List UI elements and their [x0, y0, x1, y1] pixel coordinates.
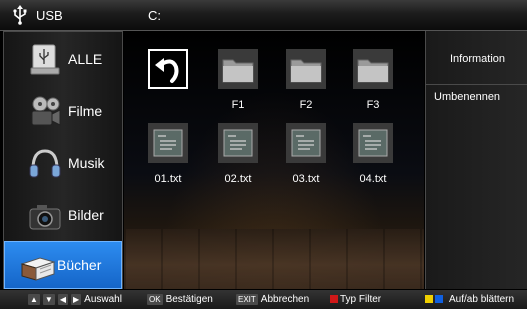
back-arrow-icon — [155, 58, 179, 83]
filter-hint: Typ Filter — [330, 294, 381, 305]
folder-f3[interactable] — [353, 49, 393, 89]
yellow-key-icon — [425, 295, 433, 303]
folder-name: F2 — [299, 99, 313, 111]
text-file-icon — [218, 123, 258, 163]
information-label: Information — [450, 53, 506, 65]
file-name: 01.txt — [154, 173, 182, 185]
sidebar-item-alle[interactable]: ALLE — [4, 36, 122, 84]
file-01-txt[interactable] — [148, 123, 188, 163]
cancel-hint-label: Abbrechen — [260, 294, 310, 305]
sidebar-item-label: Filme — [68, 103, 103, 119]
options-panel: Information Umbenennen — [425, 31, 527, 289]
confirm-hint-label: Bestätigen — [165, 294, 213, 305]
usb-drive-icon — [30, 44, 60, 75]
sidebar-item-label: ALLE — [68, 51, 103, 67]
file-04-txt[interactable] — [353, 123, 393, 163]
right-arrow-key-icon: ▶ — [71, 294, 82, 305]
sidebar-item-buecher[interactable]: Bücher — [4, 241, 122, 289]
sidebar-item-label: Bücher — [57, 257, 102, 273]
source-label: USB — [36, 8, 63, 23]
up-arrow-key-icon: ▲ — [28, 294, 40, 305]
sidebar-item-label: Bilder — [68, 207, 104, 223]
file-name: 02.txt — [224, 173, 252, 185]
sidebar-item-label: Musik — [68, 155, 105, 171]
down-arrow-key-icon: ▼ — [42, 294, 55, 305]
folder-icon — [286, 49, 326, 89]
media-browser-screen: USB C: ALLE Filme Musik Bilder Bücher F1… — [0, 0, 527, 309]
sidebar-item-filme[interactable]: Filme — [4, 88, 122, 136]
headphones-icon — [29, 149, 61, 178]
red-key-icon — [330, 295, 338, 303]
top-bar: USB C: — [0, 0, 527, 31]
text-file-icon — [148, 123, 188, 163]
information-button[interactable]: Information — [426, 31, 527, 85]
file-browser-area: F1 F2 F3 01.txt 02.txt 03.txt 04.txt — [124, 31, 424, 289]
current-path: C: — [148, 8, 161, 23]
left-arrow-key-icon: ◀ — [57, 294, 68, 305]
sidebar-item-bilder[interactable]: Bilder — [4, 192, 122, 240]
help-bar: ▲ ▼ ◀ ▶ Auswahl OK Bestätigen EXIT Abbrechen T… — [0, 290, 527, 309]
exit-key-icon: EXIT — [236, 294, 258, 305]
folder-f2[interactable] — [286, 49, 326, 89]
exit-hint: EXIT Abbrechen — [236, 294, 309, 305]
back-button[interactable] — [148, 49, 188, 89]
folder-name: F3 — [366, 99, 380, 111]
file-name: 04.txt — [359, 173, 387, 185]
folder-icon — [353, 49, 393, 89]
wood-floor-decoration — [124, 229, 424, 289]
sidebar-item-musik[interactable]: Musik — [4, 140, 122, 188]
folder-icon — [218, 49, 258, 89]
file-03-txt[interactable] — [286, 123, 326, 163]
camera-icon — [29, 205, 61, 230]
file-name: 03.txt — [292, 173, 320, 185]
category-sidebar: ALLE Filme Musik Bilder Bücher — [3, 31, 123, 289]
page-hint: Auf/ab blättern — [425, 294, 514, 305]
text-file-icon — [286, 123, 326, 163]
blue-key-icon — [435, 295, 443, 303]
ok-key-icon: OK — [147, 294, 163, 305]
rename-option[interactable]: Umbenennen — [434, 91, 500, 103]
select-hint-label: Auswahl — [84, 294, 122, 305]
books-icon — [20, 257, 56, 281]
film-reel-icon — [31, 96, 61, 126]
confirm-hint: OK Bestätigen — [147, 294, 213, 305]
usb-icon — [13, 5, 27, 25]
file-02-txt[interactable] — [218, 123, 258, 163]
navigation-hint: ▲ ▼ ◀ ▶ Auswahl — [28, 294, 122, 305]
folder-f1[interactable] — [218, 49, 258, 89]
text-file-icon — [353, 123, 393, 163]
filter-hint-label: Typ Filter — [340, 294, 382, 305]
folder-name: F1 — [231, 99, 245, 111]
page-hint-label: Auf/ab blättern — [449, 294, 515, 305]
